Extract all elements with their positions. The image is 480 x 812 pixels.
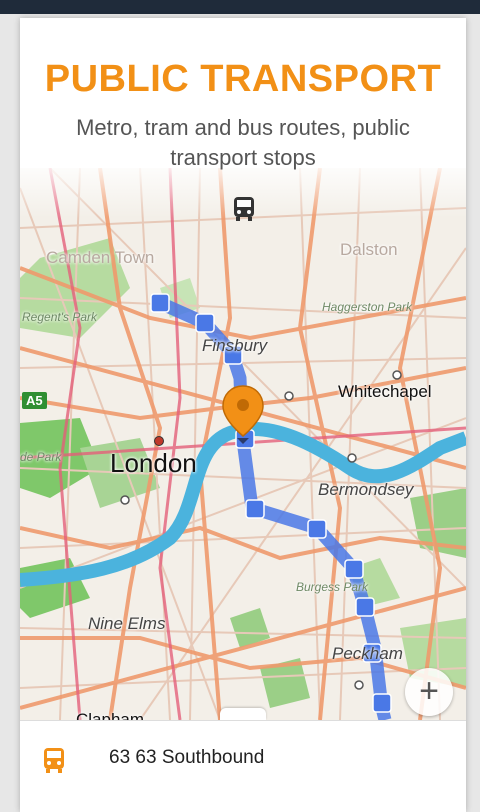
- map-view[interactable]: Camden Town Dalston Regent's Park Hagger…: [20, 168, 466, 729]
- map-label-burgess-park: Burgess Park: [296, 580, 369, 594]
- location-pin-icon[interactable]: [220, 384, 266, 446]
- road-shield: A5: [22, 392, 47, 409]
- map-label-park: de Park: [20, 450, 62, 464]
- route-label: 63 63 Southbound: [109, 747, 265, 768]
- map-label-regents-park: Regent's Park: [22, 310, 97, 324]
- map-label-peckham: Peckham: [332, 644, 403, 663]
- map-label-finsbury: Finsbury: [202, 336, 268, 355]
- status-bar: [0, 0, 480, 14]
- zoom-in-button[interactable]: +: [405, 668, 453, 716]
- route-sheet[interactable]: 63 63 Southbound: [20, 720, 466, 812]
- bus-icon: [234, 197, 254, 221]
- map-label-haggerston-park: Haggerston Park: [322, 300, 413, 314]
- promo-card: PUBLIC TRANSPORT Metro, tram and bus rou…: [20, 18, 466, 812]
- bus-icon: [44, 748, 64, 773]
- feature-subtitle: Metro, tram and bus routes, public trans…: [76, 115, 410, 170]
- feature-header: PUBLIC TRANSPORT Metro, tram and bus rou…: [20, 18, 466, 221]
- map-label-bermondsey: Bermondsey: [318, 480, 414, 499]
- feature-title: PUBLIC TRANSPORT: [44, 58, 442, 100]
- sheet-drag-handle[interactable]: [220, 708, 266, 720]
- map-label-nine-elms: Nine Elms: [88, 614, 166, 633]
- map-label-whitechapel: Whitechapel: [338, 382, 432, 401]
- map-label-camden: Camden Town: [46, 248, 155, 267]
- map-label-dalston: Dalston: [340, 240, 398, 259]
- map-label-london: London: [110, 448, 197, 478]
